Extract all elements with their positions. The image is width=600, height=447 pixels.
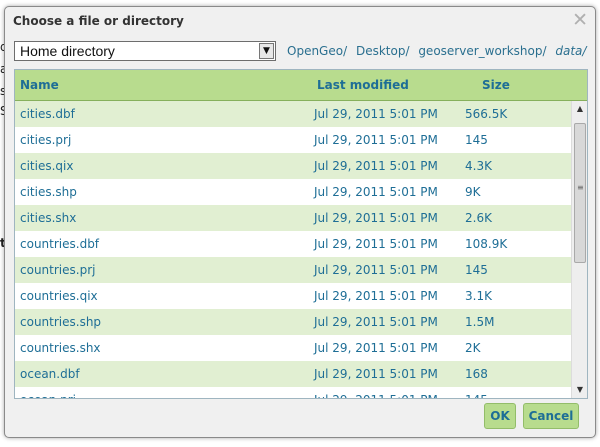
table-row[interactable]: cities.shp Jul 29, 2011 5:01 PM 9K bbox=[15, 179, 571, 205]
table-row[interactable]: cities.dbf Jul 29, 2011 5:01 PM 566.5K bbox=[15, 101, 571, 127]
file-size-cell: 145 bbox=[465, 393, 488, 398]
file-name-cell: cities.shp bbox=[20, 185, 77, 199]
table-row[interactable]: countries.qix Jul 29, 2011 5:01 PM 3.1K bbox=[15, 283, 571, 309]
last-modified-cell: Jul 29, 2011 5:01 PM bbox=[314, 133, 438, 147]
vertical-scrollbar[interactable]: ▲ ≡ ▼ bbox=[571, 101, 587, 398]
file-name-cell: countries.qix bbox=[20, 289, 98, 303]
last-modified-cell: Jul 29, 2011 5:01 PM bbox=[314, 107, 438, 121]
scroll-up-icon[interactable]: ▲ bbox=[574, 103, 586, 115]
breadcrumb-item[interactable]: geoserver_workshop/ bbox=[418, 44, 546, 58]
last-modified-cell: Jul 29, 2011 5:01 PM bbox=[314, 159, 438, 173]
table-row[interactable]: ocean.prj Jul 29, 2011 5:01 PM 145 bbox=[15, 387, 571, 398]
table-row[interactable]: countries.prj Jul 29, 2011 5:01 PM 145 bbox=[15, 257, 571, 283]
last-modified-cell: Jul 29, 2011 5:01 PM bbox=[314, 289, 438, 303]
file-size-cell: 4.3K bbox=[465, 159, 492, 173]
last-modified-cell: Jul 29, 2011 5:01 PM bbox=[314, 185, 438, 199]
file-name-cell: cities.qix bbox=[20, 159, 74, 173]
breadcrumb-item[interactable]: OpenGeo/ bbox=[287, 44, 347, 58]
table-row[interactable]: ocean.dbf Jul 29, 2011 5:01 PM 168 bbox=[15, 361, 571, 387]
last-modified-cell: Jul 29, 2011 5:01 PM bbox=[314, 341, 438, 355]
file-name-cell: cities.dbf bbox=[20, 107, 75, 121]
file-name-cell: countries.prj bbox=[20, 263, 96, 277]
table-row[interactable]: cities.qix Jul 29, 2011 5:01 PM 4.3K bbox=[15, 153, 571, 179]
file-list-grid: Name Last modified Size cities.dbf Jul 29… bbox=[14, 69, 588, 399]
last-modified-cell: Jul 29, 2011 5:01 PM bbox=[314, 211, 438, 225]
file-size-cell: 3.1K bbox=[465, 289, 492, 303]
ok-button[interactable]: OK bbox=[484, 403, 516, 429]
table-row[interactable]: cities.shx Jul 29, 2011 5:01 PM 2.6K bbox=[15, 205, 571, 231]
column-header-name[interactable]: Name bbox=[20, 78, 59, 92]
last-modified-cell: Jul 29, 2011 5:01 PM bbox=[314, 393, 438, 398]
table-row[interactable]: countries.dbf Jul 29, 2011 5:01 PM 108.9K bbox=[15, 231, 571, 257]
table-row[interactable]: countries.shx Jul 29, 2011 5:01 PM 2K bbox=[15, 335, 571, 361]
file-name-cell: cities.prj bbox=[20, 133, 72, 147]
file-chooser-dialog: Choose a file or directory ✕ Home direct… bbox=[4, 6, 596, 438]
grip-icon: ≡ bbox=[577, 183, 584, 192]
breadcrumb-item-current[interactable]: data/ bbox=[555, 44, 586, 58]
dialog-title: Choose a file or directory bbox=[13, 14, 184, 28]
file-name-cell: countries.shp bbox=[20, 315, 102, 329]
last-modified-cell: Jul 29, 2011 5:01 PM bbox=[314, 237, 438, 251]
file-size-cell: 9K bbox=[465, 185, 481, 199]
grid-header: Name Last modified Size bbox=[15, 70, 587, 101]
file-size-cell: 168 bbox=[465, 367, 488, 381]
column-header-size[interactable]: Size bbox=[482, 78, 510, 92]
file-name-cell: cities.shx bbox=[20, 211, 77, 225]
file-name-cell: countries.shx bbox=[20, 341, 101, 355]
file-size-cell: 2K bbox=[465, 341, 481, 355]
directory-select-value: Home directory bbox=[20, 43, 115, 59]
file-size-cell: 145 bbox=[465, 263, 488, 277]
file-name-cell: ocean.dbf bbox=[20, 367, 80, 381]
file-name-cell: ocean.prj bbox=[20, 393, 76, 398]
scrollbar-thumb[interactable]: ≡ bbox=[574, 123, 586, 263]
close-icon[interactable]: ✕ bbox=[572, 10, 588, 30]
table-row[interactable]: countries.shp Jul 29, 2011 5:01 PM 1.5M bbox=[15, 309, 571, 335]
breadcrumb-item[interactable]: Desktop/ bbox=[356, 44, 410, 58]
last-modified-cell: Jul 29, 2011 5:01 PM bbox=[314, 263, 438, 277]
file-size-cell: 145 bbox=[465, 133, 488, 147]
scroll-down-icon[interactable]: ▼ bbox=[574, 384, 586, 396]
directory-select[interactable]: Home directory ▼ bbox=[14, 41, 276, 61]
last-modified-cell: Jul 29, 2011 5:01 PM bbox=[314, 315, 438, 329]
file-size-cell: 1.5M bbox=[465, 315, 495, 329]
dialog-titlebar[interactable]: Choose a file or directory ✕ bbox=[5, 7, 595, 35]
chevron-down-icon[interactable]: ▼ bbox=[259, 43, 274, 59]
file-list-rows: cities.dbf Jul 29, 2011 5:01 PM 566.5K citi… bbox=[15, 101, 571, 398]
cancel-button[interactable]: Cancel bbox=[523, 403, 579, 429]
column-header-modified[interactable]: Last modified bbox=[317, 78, 409, 92]
file-size-cell: 566.5K bbox=[465, 107, 508, 121]
file-size-cell: 108.9K bbox=[465, 237, 508, 251]
breadcrumb: OpenGeo/ Desktop/ geoserver_workshop/ da… bbox=[287, 44, 591, 58]
file-size-cell: 2.6K bbox=[465, 211, 492, 225]
last-modified-cell: Jul 29, 2011 5:01 PM bbox=[314, 367, 438, 381]
file-name-cell: countries.dbf bbox=[20, 237, 100, 251]
table-row[interactable]: cities.prj Jul 29, 2011 5:01 PM 145 bbox=[15, 127, 571, 153]
